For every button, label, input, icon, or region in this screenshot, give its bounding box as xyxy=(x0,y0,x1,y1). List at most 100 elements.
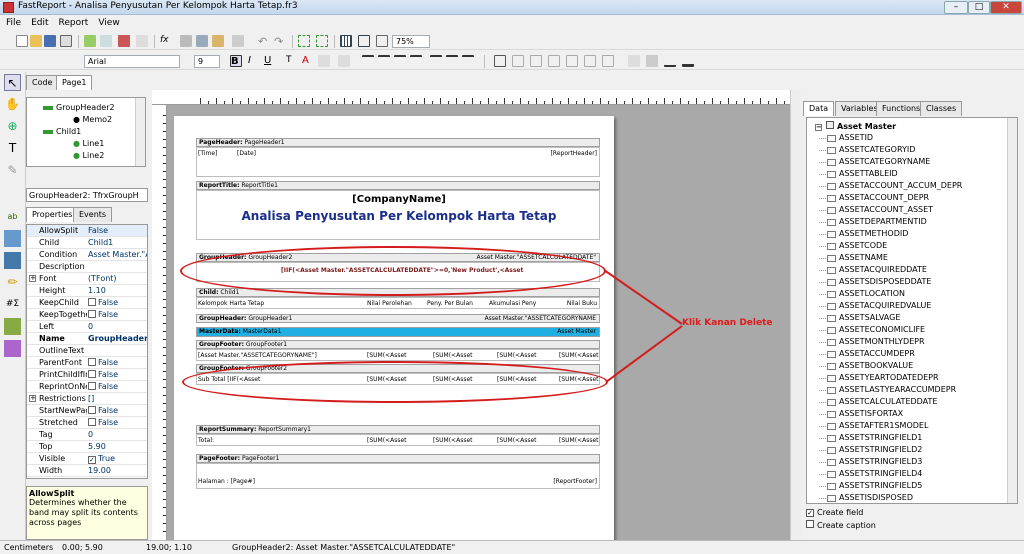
tab-properties[interactable]: Properties xyxy=(26,207,79,222)
field-item[interactable]: ASSETLOCATION xyxy=(818,289,905,298)
prop-value[interactable]: [] xyxy=(88,394,147,403)
prop-row[interactable]: + Restrictions[] xyxy=(27,393,147,405)
tree-node-child1[interactable]: Child1 xyxy=(43,127,81,136)
field-item[interactable]: ASSETMETHODID xyxy=(818,229,908,238)
create-field-option[interactable]: ✓ Create field xyxy=(806,508,863,517)
band-header-groupheader1[interactable]: GroupHeader: GroupHeader1 Asset Master."A… xyxy=(196,314,600,323)
band-child[interactable]: Kelompok Harta Tetap Nilai Perolehan Pen… xyxy=(196,297,600,309)
prop-row[interactable]: Condition Asset Master."A xyxy=(27,249,147,261)
col-header-kelompok[interactable]: Kelompok Harta Tetap xyxy=(198,300,264,307)
band-pageheader[interactable]: [Time] [Date] [ReportHeader] xyxy=(196,147,600,177)
field-item[interactable]: ASSETSTRINGFIELD2 xyxy=(818,445,922,454)
date-field[interactable]: [Date] xyxy=(237,150,256,157)
menu-file[interactable]: File xyxy=(6,18,21,28)
canvas-scrollbar[interactable] xyxy=(790,90,801,540)
ungroup-icon[interactable] xyxy=(316,35,328,47)
text-tool-icon[interactable]: T xyxy=(4,140,21,157)
prop-value[interactable]: 19.00 xyxy=(88,466,147,475)
gf1-sum-3[interactable]: [SUM(<Asset xyxy=(497,352,537,359)
band-header-pagefooter[interactable]: PageFooter: PageFooter1 xyxy=(196,454,600,463)
select-tool-icon[interactable]: ↖ xyxy=(4,74,21,91)
col-header-nilai-buku[interactable]: Nilai Buku xyxy=(567,300,597,307)
band-header-groupfooter1[interactable]: GroupFooter: GroupFooter1 xyxy=(196,340,600,349)
prop-value[interactable]: (TFont) xyxy=(88,274,147,283)
band-header-reportsummary[interactable]: ReportSummary: ReportSummary1 xyxy=(196,425,600,434)
align-left-icon[interactable] xyxy=(362,55,374,67)
frame-color-icon[interactable] xyxy=(646,55,658,67)
page-settings-icon[interactable] xyxy=(136,35,148,47)
tab-page1[interactable]: Page1 xyxy=(56,75,93,90)
time-field[interactable]: [Time] xyxy=(198,150,217,157)
field-item[interactable]: ASSETACCUMDEPR xyxy=(819,349,915,358)
function-icon[interactable]: fx xyxy=(160,35,172,47)
prop-value[interactable]: 0 xyxy=(88,322,147,331)
maximize-button[interactable]: □ xyxy=(968,1,990,14)
tab-code[interactable]: Code xyxy=(26,75,59,90)
shadow-icon[interactable] xyxy=(602,55,614,67)
tree-node-line1[interactable]: ● Line1 xyxy=(73,139,104,148)
rs-sum-2[interactable]: [SUM(<Asset xyxy=(433,437,473,444)
band-reportsummary[interactable]: Total: [SUM(<Asset [SUM(<Asset [SUM(<Ass… xyxy=(196,434,600,446)
undo-icon[interactable]: ↶ xyxy=(258,35,270,48)
field-item[interactable]: ASSETACQUIREDDATE xyxy=(819,265,927,274)
tree-node-line2[interactable]: ● Line2 xyxy=(73,151,104,160)
prop-row[interactable]: Left 0 xyxy=(27,321,147,333)
prop-value[interactable]: 0 xyxy=(88,430,147,439)
prop-value[interactable]: False xyxy=(88,358,147,367)
prop-value[interactable]: False xyxy=(88,370,147,379)
rotation-icon[interactable] xyxy=(338,55,350,67)
chart-icon[interactable] xyxy=(4,318,21,335)
font-color-icon[interactable]: A xyxy=(302,55,314,67)
field-item[interactable]: ASSETSTRINGFIELD3 xyxy=(818,457,922,466)
align-bottom-icon[interactable] xyxy=(462,55,474,67)
prop-row[interactable]: KeepChild False xyxy=(27,297,147,309)
draw-icon[interactable]: ✏ xyxy=(4,274,21,291)
gf1-sum-4[interactable]: [SUM(<Asset xyxy=(559,352,599,359)
dataset-node[interactable]: − Asset Master xyxy=(815,121,896,131)
align-middle-icon[interactable] xyxy=(446,55,458,67)
field-item[interactable]: ASSETDEPARTMENTID xyxy=(819,217,927,226)
open-icon[interactable] xyxy=(30,35,42,47)
preview-icon[interactable] xyxy=(60,35,72,47)
frame-left-icon[interactable] xyxy=(548,55,560,67)
cut-icon[interactable] xyxy=(180,35,192,47)
hand-tool-icon[interactable]: ✋ xyxy=(4,96,21,113)
prop-row[interactable]: KeepTogethe False xyxy=(27,309,147,321)
prop-row[interactable]: Top 5.90 xyxy=(27,441,147,453)
picture-icon[interactable] xyxy=(4,230,21,247)
prop-value[interactable]: 1.10 xyxy=(88,286,147,295)
tree-node-memo2[interactable]: ● Memo2 xyxy=(73,115,112,124)
create-caption-option[interactable]: Create caption xyxy=(806,520,876,530)
delete-page-icon[interactable] xyxy=(118,35,130,47)
frame-all-icon[interactable] xyxy=(494,55,506,67)
prop-value[interactable]: GroupHeader2 xyxy=(88,334,147,343)
field-item[interactable]: ASSETAFTER1SMODEL xyxy=(818,421,928,430)
band-groupfooter1[interactable]: [Asset Master."ASSETCATEGORYNAME"] [SUM(… xyxy=(196,349,600,361)
frame-width-icon[interactable] xyxy=(682,55,694,67)
prop-row[interactable]: Description xyxy=(27,261,147,273)
checkbox-icon[interactable] xyxy=(88,370,96,378)
band-reporttitle[interactable]: [CompanyName] Analisa Penyusutan Per Kel… xyxy=(196,190,600,240)
field-item[interactable]: ASSETBOOKVALUE xyxy=(818,361,913,370)
band-header-masterdata[interactable]: MasterData: MasterData1 Asset Master xyxy=(196,327,600,337)
prop-value[interactable]: False xyxy=(88,382,147,391)
band-header-pageheader[interactable]: PageHeader: PageHeader1 xyxy=(196,138,600,147)
new-icon[interactable] xyxy=(16,35,28,47)
gf1-sum-1[interactable]: [SUM(<Asset xyxy=(367,352,407,359)
close-button[interactable]: ✕ xyxy=(990,1,1022,14)
new-dialog-icon[interactable] xyxy=(100,35,112,47)
rs-sum-3[interactable]: [SUM(<Asset xyxy=(497,437,537,444)
checkbox-icon[interactable] xyxy=(88,418,96,426)
prop-value[interactable]: ✓ True xyxy=(88,454,147,464)
field-item[interactable]: ASSETYEARTODATEDEPR xyxy=(819,373,939,382)
field-list-scrollbar[interactable] xyxy=(1007,118,1017,503)
zoom-combo[interactable]: 75% xyxy=(392,35,430,48)
field-item[interactable]: ASSETSTRINGFIELD5 xyxy=(818,481,922,490)
field-item[interactable]: ASSETACCOUNT_ASSET xyxy=(818,205,933,214)
field-item[interactable]: ASSETCATEGORYID xyxy=(818,145,915,154)
rs-sum-4[interactable]: [SUM(<Asset xyxy=(559,437,599,444)
prop-row[interactable]: Tag 0 xyxy=(27,429,147,441)
checkbox-icon[interactable] xyxy=(88,406,96,414)
checkbox-icon[interactable]: ✓ xyxy=(88,456,96,464)
field-item[interactable]: ASSETECONOMICLIFE xyxy=(818,325,925,334)
